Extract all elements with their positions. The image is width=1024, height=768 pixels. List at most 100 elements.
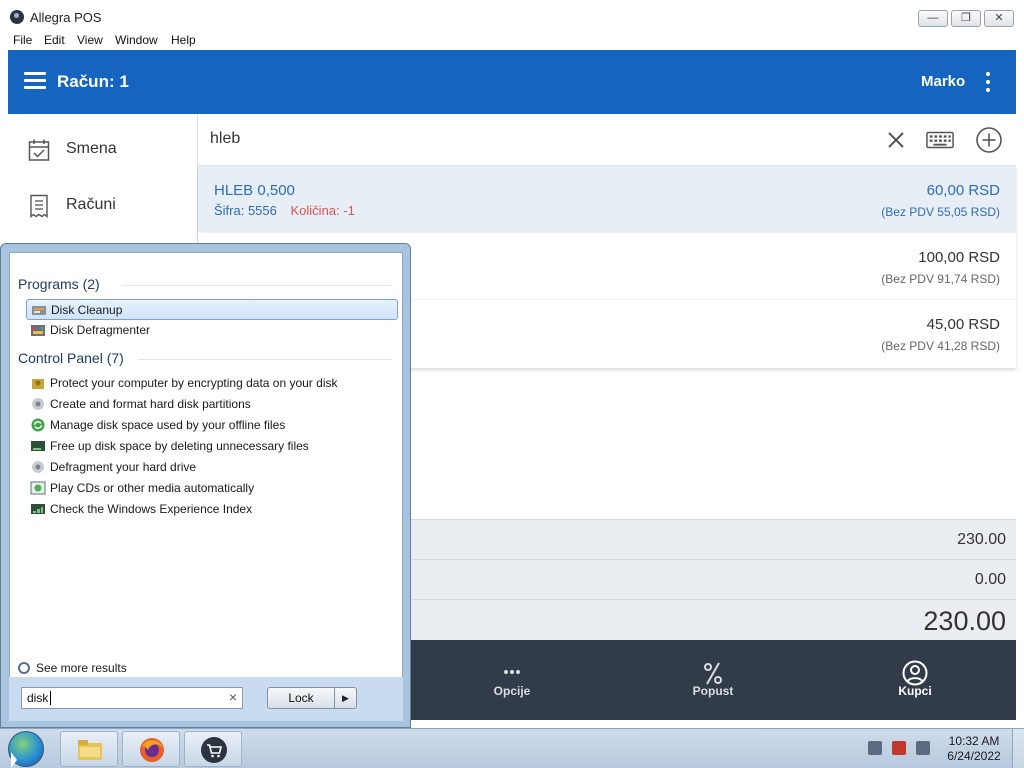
lock-button[interactable]: Lock ▶ xyxy=(267,687,357,709)
network-icon[interactable] xyxy=(868,741,882,755)
clock[interactable]: 10:32 AM 6/24/2022 xyxy=(944,734,1004,764)
menu-bar: File Edit View Window Help xyxy=(0,32,1024,50)
product-net-price: (Bez PDV 55,05 RSD) xyxy=(881,205,1000,219)
sync-center-icon xyxy=(31,418,45,432)
nav-item-racuni[interactable]: Računi xyxy=(8,180,198,232)
result-row[interactable]: HLEB 0,500 Šifra: 5556 Količina: -1 60,0… xyxy=(198,166,1016,233)
see-more-results-link[interactable]: See more results xyxy=(18,661,127,675)
minimize-icon: — xyxy=(927,12,939,24)
subtotal-value: 230.00 xyxy=(957,531,1006,548)
start-menu-footer: disk × Lock ▶ xyxy=(9,677,403,721)
taskbar-explorer[interactable] xyxy=(60,731,118,767)
cp-defragment[interactable]: Defragment your hard drive xyxy=(26,457,398,478)
mouse-cursor xyxy=(11,752,17,768)
menu-file[interactable]: File xyxy=(13,33,32,47)
nav-item-smena[interactable]: Smena xyxy=(8,124,198,176)
start-menu: Programs (2) Disk Cleanup Disk Defragmen… xyxy=(0,243,411,728)
minimize-button[interactable]: — xyxy=(918,10,948,27)
product-search[interactable]: hleb xyxy=(198,114,1016,166)
cp-disk-partitions[interactable]: Create and format hard disk partitions xyxy=(26,394,398,415)
window-title: Allegra POS xyxy=(30,10,102,25)
lock-label: Lock xyxy=(288,691,314,705)
window-titlebar: Allegra POS — ❐ ✕ xyxy=(0,0,1024,32)
menu-help[interactable]: Help xyxy=(171,33,196,47)
shopping-cart-icon xyxy=(201,737,227,763)
programs-header: Programs (2) xyxy=(18,276,100,292)
customers-label: Kupci xyxy=(898,684,932,698)
receipt-title: Račun: 1 xyxy=(57,72,129,91)
start-menu-results: Programs (2) Disk Cleanup Disk Defragmen… xyxy=(9,252,403,721)
program-label: Disk Defragmenter xyxy=(50,323,151,337)
clear-search-icon[interactable]: × xyxy=(229,689,237,705)
product-meta: Šifra: 5556 Količina: -1 xyxy=(214,203,355,218)
cp-label: Manage disk space used by your offline f… xyxy=(50,418,286,432)
clear-icon[interactable] xyxy=(882,126,910,154)
maximize-button[interactable]: ❐ xyxy=(951,10,981,27)
divider xyxy=(138,359,392,360)
product-net-price: (Bez PDV 91,74 RSD) xyxy=(881,272,1000,286)
nav-label: Smena xyxy=(66,140,117,157)
taskbar: 10:32 AM 6/24/2022 xyxy=(0,728,1024,768)
volume-icon[interactable] xyxy=(916,741,930,755)
discount-value: 0.00 xyxy=(974,571,1006,588)
divider xyxy=(122,285,392,286)
admin-tools-icon xyxy=(32,398,44,410)
disk-cleanup-icon xyxy=(32,306,46,315)
show-desktop-button[interactable] xyxy=(1012,729,1024,768)
close-button[interactable]: ✕ xyxy=(984,10,1014,27)
firefox-icon xyxy=(140,738,164,762)
add-circle-icon[interactable] xyxy=(975,126,1003,154)
search-input[interactable]: hleb xyxy=(210,130,240,148)
product-name: HLEB 0,500 xyxy=(214,182,295,199)
hamburger-menu-icon[interactable] xyxy=(24,72,46,90)
taskbar-firefox[interactable] xyxy=(122,731,180,767)
cp-label: Create and format hard disk partitions xyxy=(50,397,251,411)
app-header: Račun: 1 Marko xyxy=(8,50,1016,114)
start-search-input[interactable]: disk × xyxy=(21,687,243,709)
shutdown-options-arrow-icon[interactable]: ▶ xyxy=(334,688,356,708)
start-search-value: disk xyxy=(27,691,49,705)
product-price: 100,00 RSD xyxy=(918,249,1000,266)
cp-label: Play CDs or other media automatically xyxy=(50,481,255,495)
product-price: 60,00 RSD xyxy=(926,182,1000,199)
menu-window[interactable]: Window xyxy=(115,33,158,47)
cp-free-disk-space[interactable]: Free up disk space by deleting unnecessa… xyxy=(26,436,398,457)
product-net-price: (Bez PDV 41,28 RSD) xyxy=(881,339,1000,353)
search-icon xyxy=(18,662,30,674)
total-value: 230.00 xyxy=(923,606,1006,636)
receipt-icon xyxy=(30,194,48,218)
cp-label: Check the Windows Experience Index xyxy=(50,502,253,516)
calendar-check-icon xyxy=(28,139,50,161)
action-center-icon[interactable] xyxy=(892,741,906,755)
text-caret xyxy=(50,691,51,705)
discount-button[interactable]: Popust xyxy=(653,640,773,720)
see-more-label: See more results xyxy=(36,661,127,675)
close-icon: ✕ xyxy=(994,12,1004,24)
user-name[interactable]: Marko xyxy=(921,73,965,90)
taskbar-allegra-pos[interactable] xyxy=(184,731,242,767)
cp-label: Free up disk space by deleting unnecessa… xyxy=(50,439,309,453)
menu-view[interactable]: View xyxy=(77,33,103,47)
performance-icon xyxy=(31,504,45,514)
product-quantity: Količina: -1 xyxy=(290,203,355,218)
app-icon xyxy=(10,10,24,24)
options-button[interactable]: Opcije xyxy=(452,640,572,720)
admin-tools-icon xyxy=(32,461,44,473)
menu-edit[interactable]: Edit xyxy=(44,33,65,47)
percent-icon xyxy=(704,662,722,685)
system-tray xyxy=(862,739,942,759)
disk-defragmenter-icon xyxy=(31,325,45,336)
cp-autoplay[interactable]: Play CDs or other media automatically xyxy=(26,478,398,499)
cp-encrypt-disk[interactable]: Protect your computer by encrypting data… xyxy=(26,373,398,394)
maximize-icon: ❐ xyxy=(961,12,971,24)
cp-experience-index[interactable]: Check the Windows Experience Index xyxy=(26,499,398,520)
customers-button[interactable]: Kupci xyxy=(855,640,975,720)
more-vert-icon[interactable] xyxy=(984,72,992,92)
clock-date: 6/24/2022 xyxy=(947,749,1001,763)
program-disk-cleanup[interactable]: Disk Cleanup xyxy=(26,299,398,320)
cp-offline-files[interactable]: Manage disk space used by your offline f… xyxy=(26,415,398,436)
autoplay-icon xyxy=(30,481,46,495)
keyboard-icon[interactable] xyxy=(926,126,954,154)
program-disk-defragmenter[interactable]: Disk Defragmenter xyxy=(26,320,398,341)
folder-icon xyxy=(78,740,102,760)
